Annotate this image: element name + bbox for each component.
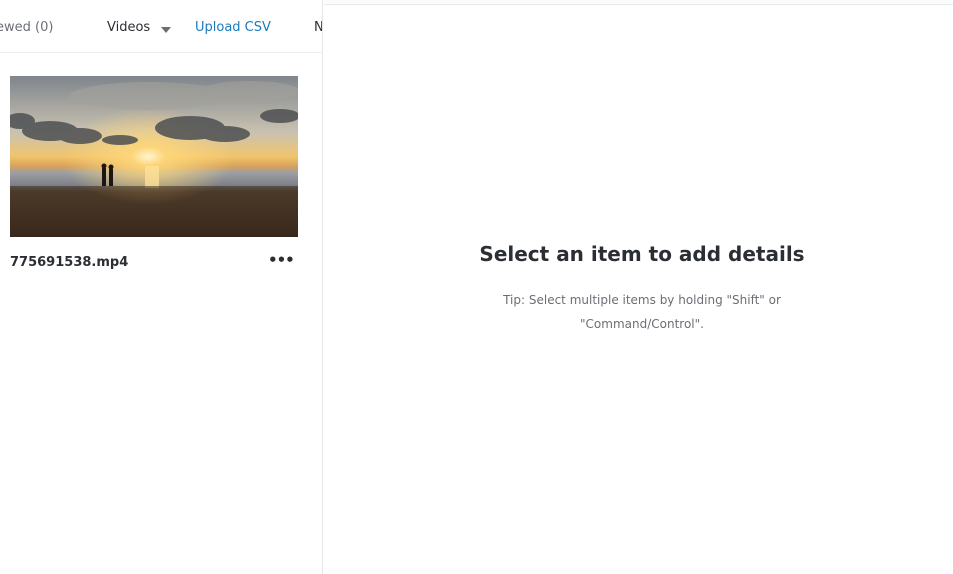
empty-state-tip: Tip: Select multiple items by holding "S… xyxy=(503,293,781,331)
media-type-select[interactable]: Videos xyxy=(107,20,150,36)
beach-sunset-image xyxy=(10,76,298,237)
reviewed-filter[interactable]: ewed (0) xyxy=(0,20,53,36)
upload-csv-link[interactable]: Upload CSV xyxy=(195,20,271,36)
media-filename: 775691538.mp4 xyxy=(10,255,129,270)
empty-state-title: Select an item to add details xyxy=(479,242,805,266)
media-list-pane: ewed (0) Videos Upload CSV N 775691538.m… xyxy=(0,0,323,574)
toolbar-next-item[interactable]: N xyxy=(314,20,322,36)
chevron-down-icon[interactable] xyxy=(161,27,171,33)
video-thumbnail[interactable] xyxy=(10,76,298,237)
details-header-strip xyxy=(324,0,953,5)
details-pane: Select an item to add details Tip: Selec… xyxy=(324,0,953,574)
more-options-icon[interactable]: ••• xyxy=(268,250,295,270)
media-toolbar: ewed (0) Videos Upload CSV N xyxy=(0,0,322,53)
